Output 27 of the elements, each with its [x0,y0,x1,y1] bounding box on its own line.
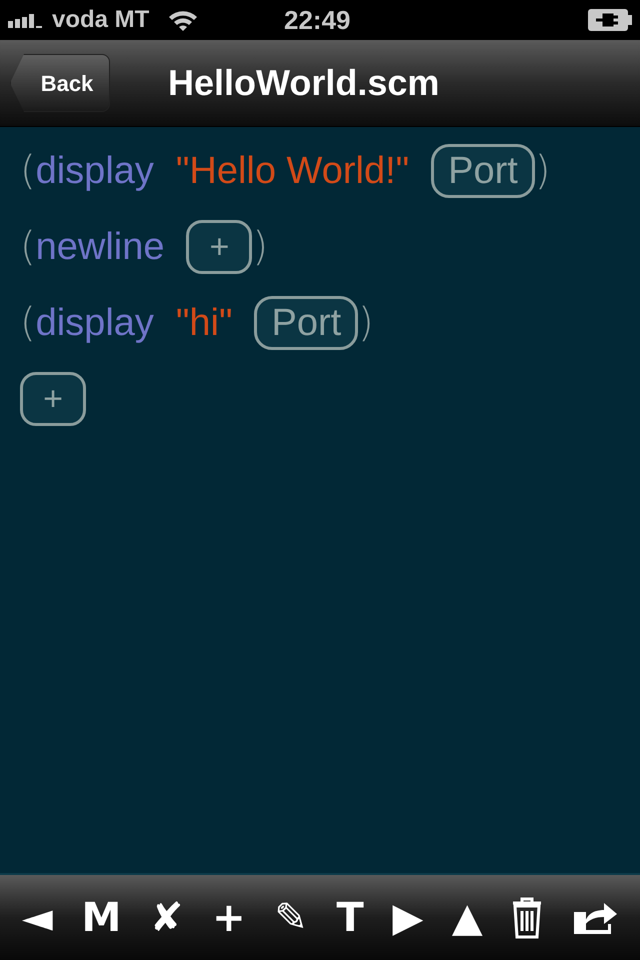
parenthesis: ) [358,299,374,348]
edit-button[interactable]: ✎ [274,898,308,938]
delete-button[interactable]: ✘ [150,898,184,938]
argument-slot[interactable]: Port [254,296,358,350]
trash-icon[interactable] [511,896,544,938]
parenthesis: ( [20,223,36,272]
add-button[interactable]: + [20,372,86,426]
macro-button[interactable]: M [81,898,122,938]
add-button[interactable]: + [186,220,252,274]
parenthesis: ( [20,147,36,196]
parenthesis: ) [252,223,268,272]
argument-slot[interactable]: Port [431,144,535,198]
insert-button[interactable]: + [212,898,246,938]
parenthesis: ( [20,299,36,348]
back-button[interactable]: Back [10,54,110,112]
clock-time: 22:49 [284,4,350,36]
up-arrow-button[interactable]: ▲ [452,898,483,938]
procedure-name[interactable]: display [36,294,154,352]
parenthesis: ) [534,147,550,196]
carrier-name: voda MT [52,5,150,35]
back-arrow-button[interactable]: ◄ [22,898,53,938]
battery-charging-icon [588,9,632,31]
forward-arrow-button[interactable]: ▶ [392,898,424,938]
procedure-name[interactable]: newline [36,218,164,276]
screen-title: HelloWorld.scm [168,61,440,105]
text-button[interactable]: T [336,898,364,938]
procedure-name[interactable]: display [36,142,154,200]
